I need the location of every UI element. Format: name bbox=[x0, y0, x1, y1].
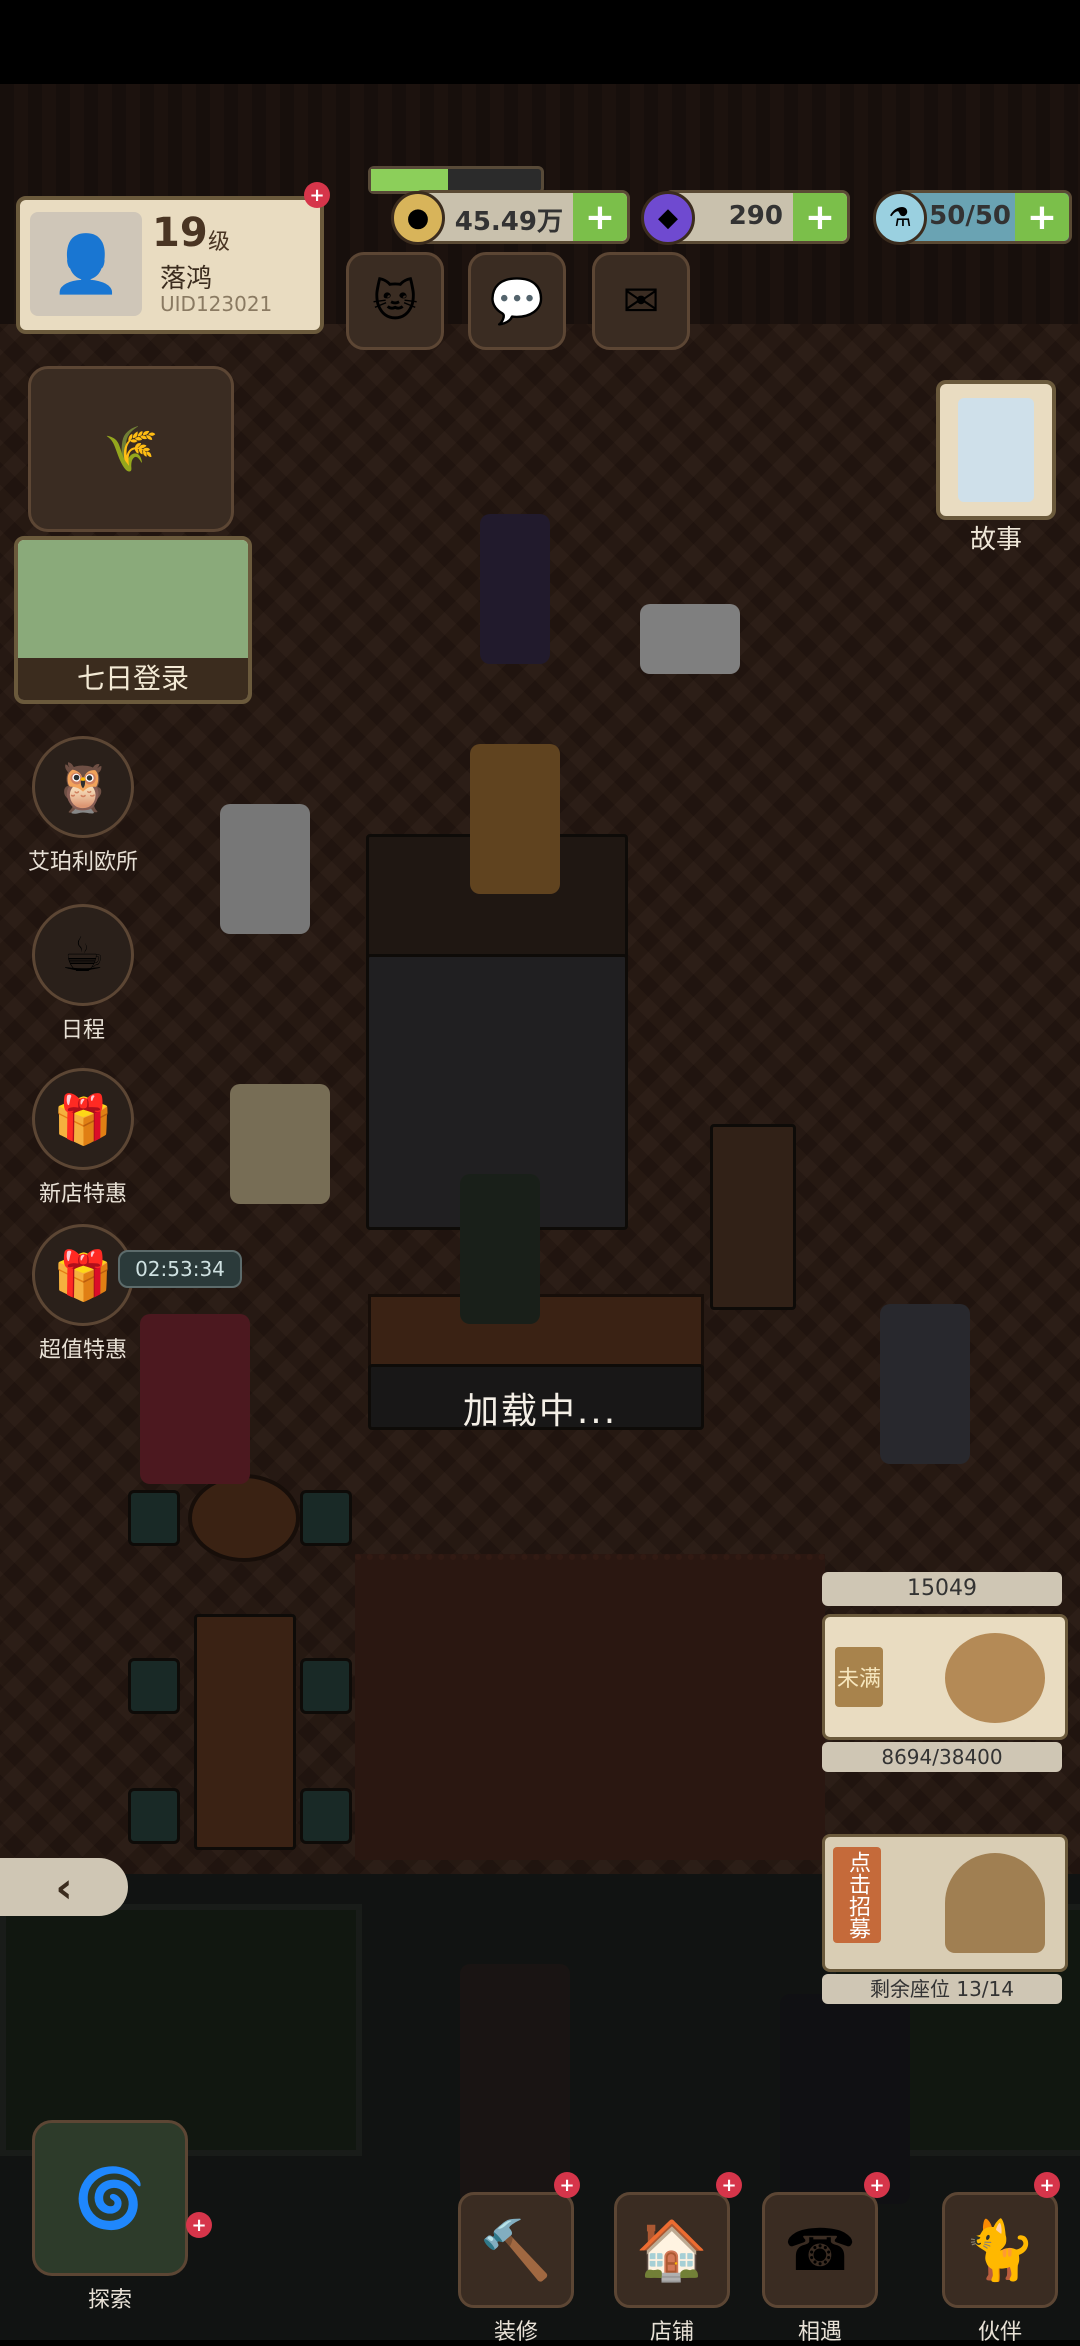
shelf bbox=[710, 1124, 796, 1310]
money-box-panel[interactable]: 15049 未满 8694/38400 bbox=[822, 1572, 1068, 1792]
side-menu-owl-label: 艾珀利欧所 bbox=[27, 850, 138, 875]
partner-notification-dot: + bbox=[1034, 2172, 1060, 2198]
side-menu-schedule-label: 日程 bbox=[60, 1018, 105, 1043]
seven-day-login-button[interactable]: 七日登录 bbox=[14, 536, 252, 704]
side-menu-value-label: 超值特惠 bbox=[38, 1338, 127, 1363]
level-unit: 级 bbox=[208, 230, 231, 255]
money-box-card: 未满 bbox=[822, 1614, 1068, 1740]
story-book-icon bbox=[958, 398, 1034, 502]
chair bbox=[128, 1788, 180, 1844]
nav-partner[interactable]: 🐈 伙伴 bbox=[940, 2192, 1060, 2346]
avatar-portrait-icon: 👤 bbox=[30, 212, 142, 316]
collapse-panel-button[interactable]: ‹ bbox=[0, 1858, 128, 1916]
energy-value: 50/50 bbox=[929, 201, 1011, 231]
chat-icon[interactable]: 💬 bbox=[468, 252, 566, 350]
chair bbox=[128, 1658, 180, 1714]
explore-notification-dot: + bbox=[186, 2212, 212, 2238]
coins-value: 45.49万 bbox=[454, 207, 563, 237]
coins-counter[interactable]: ● 45.49万 + bbox=[391, 190, 630, 245]
cats-icon[interactable]: 🐱 bbox=[346, 252, 444, 350]
npc-character[interactable] bbox=[220, 804, 310, 934]
npc-character[interactable] bbox=[470, 744, 560, 894]
recruit-card: 点击招募 bbox=[822, 1834, 1068, 1972]
long-table bbox=[194, 1614, 296, 1850]
mail-icon[interactable]: ✉ bbox=[592, 252, 690, 350]
remaining-seats: 剩余座位 13/14 bbox=[822, 1974, 1062, 2004]
dog-character[interactable] bbox=[640, 604, 740, 674]
seven-day-login-label: 七日登录 bbox=[18, 658, 248, 700]
player-character[interactable] bbox=[460, 1174, 540, 1324]
money-box-top-value: 15049 bbox=[822, 1572, 1062, 1606]
wheat-badge-icon[interactable]: 🌾 bbox=[28, 366, 234, 532]
meet-notification-dot: + bbox=[864, 2172, 890, 2198]
profile-card[interactable]: 👤 19 级 落鸿 UID123021 bbox=[16, 196, 324, 334]
nav-decorate-label: 装修 bbox=[493, 2320, 538, 2345]
player-uid: UID123021 bbox=[160, 292, 273, 316]
floor-rug bbox=[355, 1554, 825, 1860]
nav-shop[interactable]: 🏠 店铺 bbox=[612, 2192, 732, 2346]
decorate-notification-dot: + bbox=[554, 2172, 580, 2198]
deal-timer: 02:53:34 bbox=[118, 1250, 242, 1288]
player-level: 19 bbox=[152, 210, 208, 256]
side-menu-schedule[interactable]: ☕ 日程 bbox=[18, 904, 148, 1044]
loading-text: 加载中... bbox=[462, 1391, 618, 1432]
money-box-progress: 8694/38400 bbox=[822, 1742, 1062, 1772]
side-menu-owl[interactable]: 🦉 艾珀利欧所 bbox=[18, 736, 148, 876]
schedule-icon: ☕ bbox=[32, 904, 134, 1006]
recruit-label: 点击招募 bbox=[833, 1847, 881, 1943]
gem-icon: ◆ bbox=[641, 191, 695, 245]
nav-decorate[interactable]: 🔨 装修 bbox=[456, 2192, 576, 2346]
recruit-panel[interactable]: 点击招募 剩余座位 13/14 bbox=[822, 1834, 1068, 2008]
cat-icon: 🐈 bbox=[942, 2192, 1058, 2308]
potion-icon: ⚗ bbox=[873, 191, 927, 245]
nav-shop-label: 店铺 bbox=[649, 2320, 694, 2345]
exp-progress-fill bbox=[371, 169, 448, 191]
bottom-navigation: 🌀 探索 🔨 装修 🏠 店铺 ☎ 相遇 🐈 伙伴 + + + + + bbox=[0, 2120, 1080, 2345]
add-energy-button[interactable]: + bbox=[1015, 193, 1069, 241]
story-label: 故事 bbox=[969, 525, 1022, 555]
piggy-bank-icon bbox=[945, 1633, 1045, 1723]
chevron-left-icon: ‹ bbox=[55, 1862, 73, 1912]
gems-value: 290 bbox=[728, 201, 783, 231]
nav-meet[interactable]: ☎ 相遇 bbox=[760, 2192, 880, 2346]
energy-counter[interactable]: ⚗ 50/50 + bbox=[873, 190, 1072, 245]
nav-explore-label: 探索 bbox=[87, 2288, 132, 2313]
bell-icon bbox=[945, 1853, 1045, 1953]
npc-character[interactable] bbox=[480, 514, 550, 664]
chair bbox=[300, 1658, 352, 1714]
gems-counter[interactable]: ◆ 290 + bbox=[641, 190, 850, 245]
nav-partner-label: 伙伴 bbox=[977, 2320, 1022, 2345]
side-menu-new-shop-deal[interactable]: 🎁 新店特惠 bbox=[18, 1068, 148, 1208]
gift-icon: 🎁 bbox=[32, 1068, 134, 1170]
profile-notification-dot: + bbox=[304, 182, 330, 208]
nav-meet-label: 相遇 bbox=[797, 2320, 842, 2345]
side-menu-new-shop-label: 新店特惠 bbox=[38, 1182, 127, 1207]
round-table bbox=[188, 1474, 300, 1562]
npc-character[interactable] bbox=[230, 1084, 330, 1204]
money-box-status: 未满 bbox=[835, 1647, 883, 1707]
nav-explore[interactable]: 🌀 探索 bbox=[30, 2120, 190, 2314]
add-gems-button[interactable]: + bbox=[793, 193, 847, 241]
seven-day-login-icon bbox=[18, 540, 248, 658]
player-name: 落鸿 bbox=[160, 264, 213, 294]
chair bbox=[300, 1490, 352, 1546]
coin-icon: ● bbox=[391, 191, 445, 245]
pinwheel-icon: 🌀 bbox=[32, 2120, 188, 2276]
story-button[interactable]: 故事 bbox=[936, 380, 1056, 555]
owl-icon: 🦉 bbox=[32, 736, 134, 838]
shop-icon: 🏠 bbox=[614, 2192, 730, 2308]
left-garden bbox=[0, 1904, 362, 2156]
hammer-icon: 🔨 bbox=[458, 2192, 574, 2308]
chair bbox=[128, 1490, 180, 1546]
chair bbox=[300, 1788, 352, 1844]
add-coins-button[interactable]: + bbox=[573, 193, 627, 241]
meet-icon: ☎ bbox=[762, 2192, 878, 2308]
side-menu-value-deal[interactable]: 🎁 超值特惠 bbox=[18, 1224, 148, 1364]
shop-notification-dot: + bbox=[716, 2172, 742, 2198]
